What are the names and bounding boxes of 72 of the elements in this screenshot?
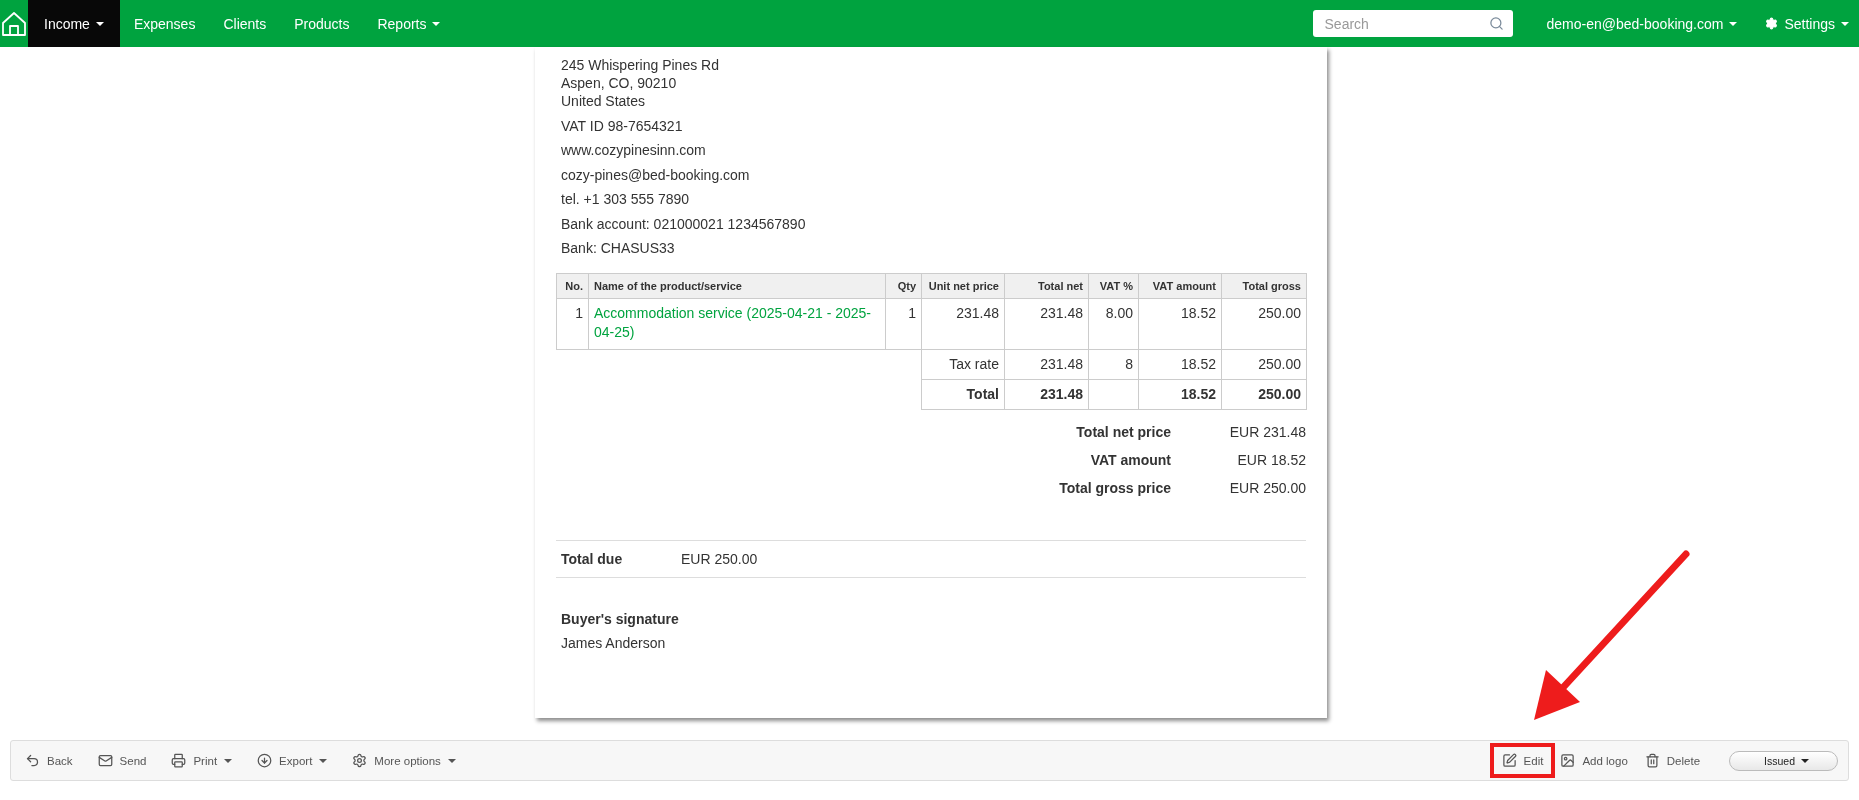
home-icon[interactable] [1,10,27,37]
column-header: Name of the product/service [588,273,886,299]
settings-icon [1765,17,1779,30]
download-icon [257,753,273,768]
column-header: VAT amount [1138,273,1222,299]
table-cell: 8.00 [1088,298,1139,350]
table-cell: 1 [556,298,589,350]
pencil-square-icon [1501,753,1517,768]
signature-name: James Anderson [560,634,667,652]
caret-icon [1841,21,1849,26]
printer-icon [171,753,187,768]
caret-icon [95,21,104,26]
caret-icon [224,758,233,763]
total-label: Total gross price [1058,479,1171,497]
toolbar-button[interactable]: Back [21,743,77,778]
address-line: Aspen, CO, 90210 [560,74,678,92]
seller-detail: cozy-pines@bed-booking.com [560,165,751,184]
seller-detail: www.cozypinesinn.com [560,141,707,159]
caret-icon [432,21,441,26]
total-value: EUR 18.52 [1236,451,1306,469]
caret-icon [447,758,456,763]
table-cell: Tax rate [921,349,1005,380]
address-line: 245 Whispering Pines Rd [560,56,720,74]
toolbar-button[interactable]: More options [348,743,460,778]
toolbar-button[interactable]: Edit [1489,743,1556,778]
address-line: United States [560,92,647,110]
table-cell: 1 [885,298,922,350]
seller-detail: VAT ID 98-7654321 [560,116,684,135]
table-cell: 18.52 [1138,379,1222,410]
status-dropdown[interactable]: Issued [1729,750,1838,771]
settings-icon [352,753,368,768]
toolbar-button[interactable]: Send [93,743,151,778]
table-cell: 231.48 [921,298,1005,350]
column-header: Total net [1004,273,1089,299]
table-cell [1088,379,1139,410]
search-field[interactable]: Search [1312,10,1513,37]
toolbar-button[interactable]: Export [253,743,332,778]
seller-detail: tel. +1 303 555 7890 [560,190,691,208]
seller-detail: Bank: CHASUS33 [560,239,676,257]
table-cell: 18.52 [1138,298,1222,350]
table-cell: 8 [1088,349,1139,380]
table-cell: 250.00 [1221,349,1307,380]
table-cell: 18.52 [1138,349,1222,380]
column-header: Qty [885,273,922,299]
nav-tab[interactable]: Income [28,0,120,47]
table-cell: 250.00 [1221,379,1307,410]
signature-label: Buyer's signature [560,610,680,628]
table-cell: 250.00 [1221,298,1307,350]
table-cell: 231.48 [1004,298,1089,350]
total-label: Total net price [1075,423,1171,441]
total-due-label: Total due [561,550,624,568]
table-cell: Total [921,379,1005,410]
trash-icon [1644,753,1660,768]
column-header: Total gross [1221,273,1307,299]
picture-icon [1560,753,1576,768]
total-due-value: EUR 250.00 [681,550,758,568]
column-header: No. [556,273,589,299]
column-header: Unit net price [921,273,1005,299]
column-header: VAT % [1088,273,1139,299]
total-value: EUR 250.00 [1228,479,1306,497]
caret-icon [319,758,328,763]
total-label: VAT amount [1089,451,1171,469]
toolbar-button[interactable]: Print [167,743,237,778]
envelope-icon [97,753,113,768]
seller-detail: Bank account: 021000021 1234567890 [560,214,807,233]
table-cell: 231.48 [1004,349,1089,380]
search-icon[interactable] [1488,16,1504,31]
total-value: EUR 231.48 [1228,423,1306,441]
caret-icon [1801,758,1809,763]
caret-icon [1729,21,1738,26]
back-arrow-icon [25,753,40,768]
table-cell: 231.48 [1004,379,1089,410]
